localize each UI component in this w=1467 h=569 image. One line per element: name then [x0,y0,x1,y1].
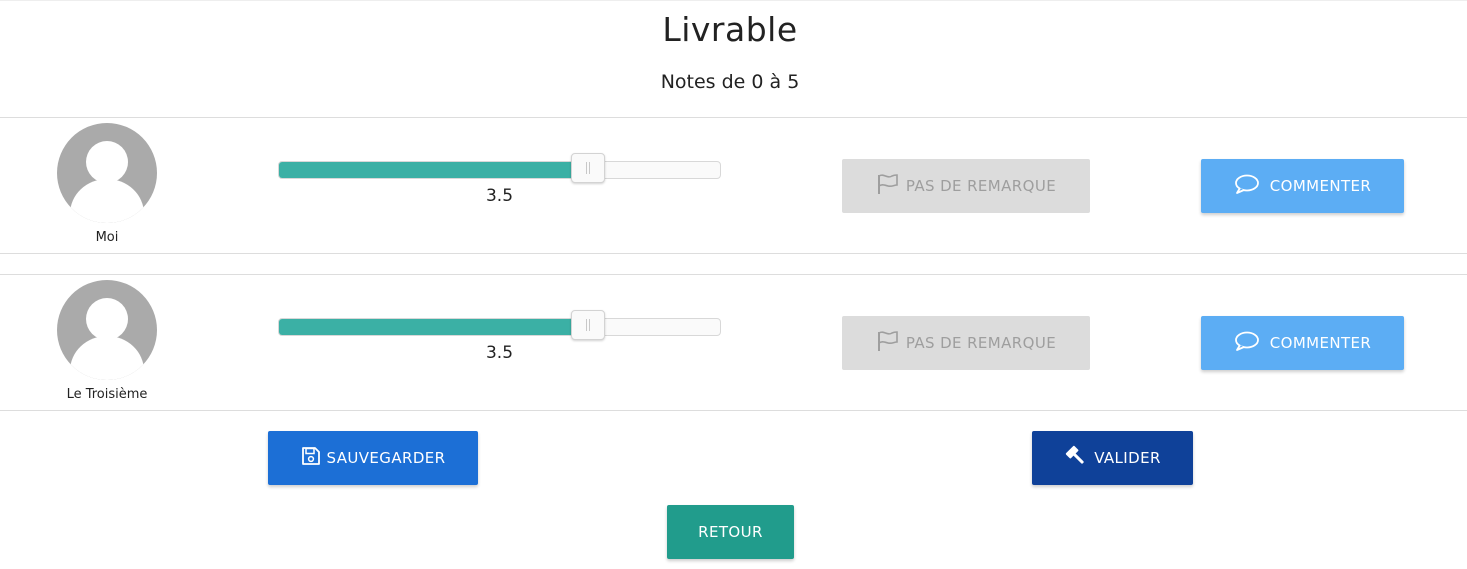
comment-icon [1234,330,1260,356]
comment-label: COMMENTER [1269,334,1372,352]
score-slider-fill [279,162,590,178]
user-avatar-icon [57,280,157,380]
back-label: RETOUR [698,523,763,541]
back-button[interactable]: RETOUR [667,505,794,559]
score-value: 3.5 [485,343,514,363]
score-slider-handle[interactable] [571,153,606,183]
page-subtitle: Notes de 0 à 5 [660,71,800,93]
page-title: Livrable [662,10,798,49]
score-value: 3.5 [485,186,514,206]
member-row: Moi 3.5 PAS DE REMARQUE COMMENTER [0,117,1467,253]
row-divider [0,253,1467,254]
row-divider [0,410,1467,411]
member-name: Le Troisième [66,387,148,402]
floppy-disk-icon [301,446,321,470]
comment-button[interactable]: COMMENTER [1201,316,1404,370]
comment-label: COMMENTER [1269,177,1372,195]
gavel-icon [1064,444,1088,472]
score-slider-track[interactable] [278,318,721,336]
no-remark-label: PAS DE REMARQUE [905,177,1057,195]
validate-label: VALIDER [1094,449,1161,467]
member-name: Moi [95,230,119,245]
comment-icon [1234,173,1260,199]
member-row: Le Troisième 3.5 PAS DE REMARQUE COMMENT… [0,274,1467,410]
comment-button[interactable]: COMMENTER [1201,159,1404,213]
flag-icon [876,330,900,356]
no-remark-label: PAS DE REMARQUE [905,334,1057,352]
no-remark-button[interactable]: PAS DE REMARQUE [842,159,1090,213]
validate-button[interactable]: VALIDER [1032,431,1193,485]
no-remark-button[interactable]: PAS DE REMARQUE [842,316,1090,370]
flag-icon [876,173,900,199]
score-slider-handle[interactable] [571,310,606,340]
top-divider [0,0,1467,1]
score-slider-fill [279,319,590,335]
save-label: SAUVEGARDER [326,449,446,467]
save-button[interactable]: SAUVEGARDER [268,431,478,485]
score-slider-track[interactable] [278,161,721,179]
user-avatar-icon [57,123,157,223]
